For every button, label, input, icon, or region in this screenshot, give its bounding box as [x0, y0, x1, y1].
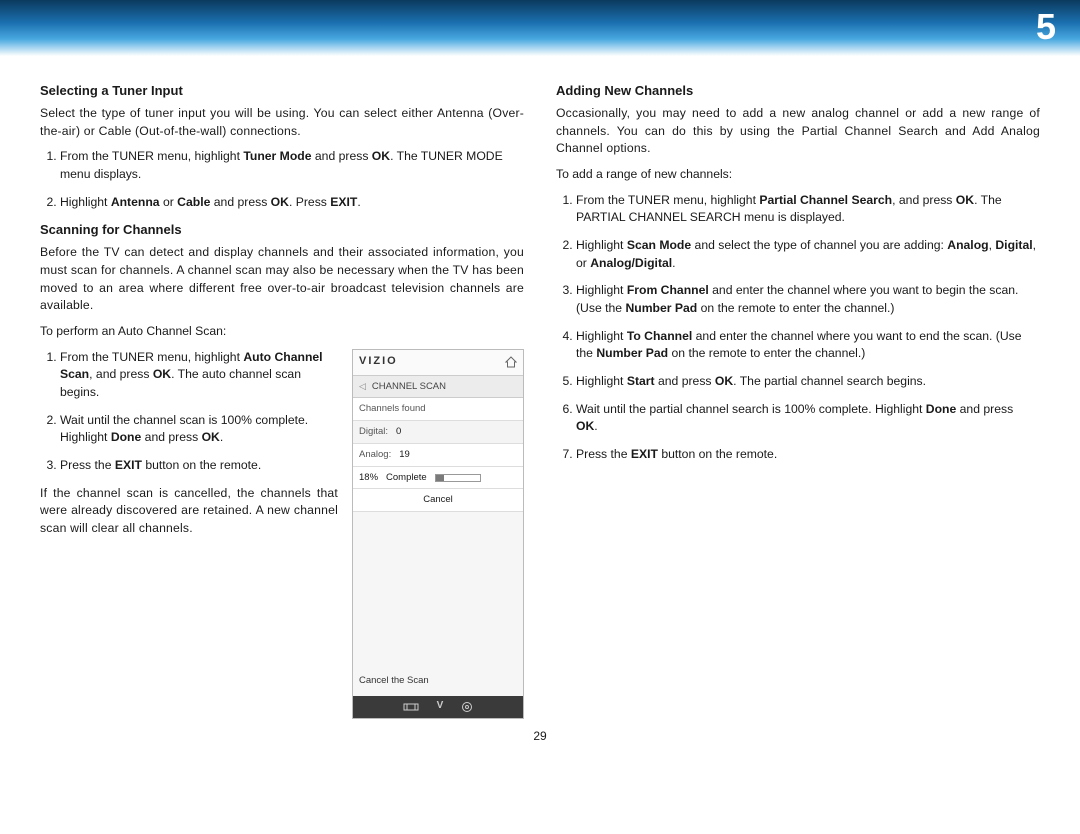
step: Wait until the channel scan is 100% comp…: [60, 412, 338, 447]
v-icon: V: [437, 699, 444, 714]
step: Highlight Start and press OK. The partia…: [576, 373, 1040, 391]
row-progress: 18% Complete: [353, 467, 523, 490]
panel-titlebar: VIZIO: [353, 350, 523, 376]
panel-filler: [353, 512, 523, 666]
gear-icon: [461, 701, 473, 713]
para-tuner-intro: Select the type of tuner input you will …: [40, 105, 524, 140]
home-icon: [505, 356, 517, 368]
step: Press the EXIT button on the remote.: [576, 446, 1040, 464]
page-number: 29: [0, 719, 1080, 743]
step: From the TUNER menu, highlight Tuner Mod…: [60, 148, 524, 183]
left-column: Selecting a Tuner Input Select the type …: [40, 76, 524, 719]
step: Press the EXIT button on the remote.: [60, 457, 338, 475]
panel-bottombar: V: [353, 696, 523, 718]
step: From the TUNER menu, highlight Partial C…: [576, 192, 1040, 227]
step: Highlight Antenna or Cable and press OK.…: [60, 194, 524, 212]
step: From the TUNER menu, highlight Auto Chan…: [60, 349, 338, 402]
row-digital: Digital: 0: [353, 421, 523, 444]
para-scan-lead: To perform an Auto Channel Scan:: [40, 323, 524, 341]
chapter-number: 5: [1036, 6, 1056, 48]
row-analog: Analog: 19: [353, 444, 523, 467]
para-adding-lead: To add a range of new channels:: [556, 166, 1040, 184]
para-scan-cancel: If the channel scan is cancelled, the ch…: [40, 485, 338, 538]
heading-scanning: Scanning for Channels: [40, 221, 524, 240]
brand-label: VIZIO: [359, 354, 398, 370]
chapter-banner: 5: [0, 0, 1080, 56]
para-scan-intro: Before the TV can detect and display cha…: [40, 244, 524, 315]
panel-hint: Cancel the Scan: [353, 666, 523, 696]
progress-bar: [435, 474, 481, 482]
panel-section: ◁ CHANNEL SCAN: [353, 376, 523, 399]
steps-adding: From the TUNER menu, highlight Partial C…: [556, 192, 1040, 464]
vizio-panel: VIZIO ◁ CHANNEL SCAN Channels found Digi…: [352, 349, 524, 719]
page-body: Selecting a Tuner Input Select the type …: [0, 56, 1080, 719]
steps-tuner-input: From the TUNER menu, highlight Tuner Mod…: [40, 148, 524, 211]
step: Highlight Scan Mode and select the type …: [576, 237, 1040, 272]
right-column: Adding New Channels Occasionally, you ma…: [556, 76, 1040, 719]
section-label: CHANNEL SCAN: [372, 380, 446, 394]
step: Highlight To Channel and enter the chann…: [576, 328, 1040, 363]
steps-auto-scan: From the TUNER menu, highlight Auto Chan…: [40, 349, 338, 475]
back-icon: ◁: [359, 380, 366, 393]
step: Wait until the partial channel search is…: [576, 401, 1040, 436]
scan-steps-text: From the TUNER menu, highlight Auto Chan…: [40, 349, 338, 719]
heading-tuner-input: Selecting a Tuner Input: [40, 82, 524, 101]
scan-steps-and-panel: From the TUNER menu, highlight Auto Chan…: [40, 349, 524, 719]
cancel-button[interactable]: Cancel: [353, 489, 523, 512]
para-adding-intro: Occasionally, you may need to add a new …: [556, 105, 1040, 158]
step: Highlight From Channel and enter the cha…: [576, 282, 1040, 317]
wide-icon: [403, 702, 419, 712]
heading-adding: Adding New Channels: [556, 82, 1040, 101]
row-channels-found: Channels found: [353, 398, 523, 421]
progress-label: Complete: [386, 471, 427, 485]
progress-pct: 18%: [359, 471, 378, 485]
